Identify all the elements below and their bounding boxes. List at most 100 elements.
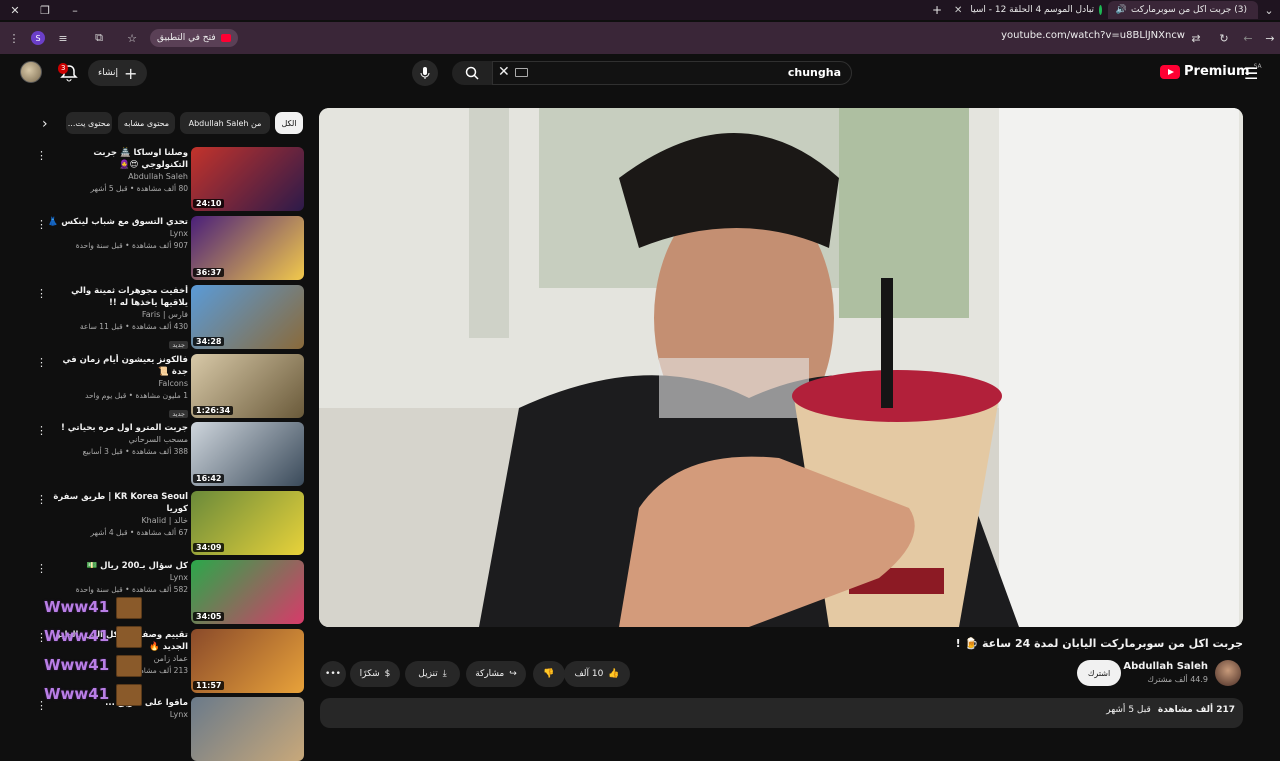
tab-inactive[interactable]: تبادل الموسم 4 الحلقة 12 - اسيا ✕ <box>948 1 1108 19</box>
share-icon: ↪ <box>509 669 517 679</box>
related-video-channel[interactable]: Lynx <box>46 228 188 240</box>
related-video-thumbnail[interactable]: 11:57 <box>191 629 304 693</box>
extensions-icon[interactable]: ⧉ <box>91 30 107 46</box>
download-icon: ⤓ <box>442 669 447 679</box>
more-vertical-icon[interactable]: ⋮ <box>36 218 47 231</box>
related-video-title[interactable]: فالكونز يعيشون أيام زمان في جدة 📜 <box>46 354 188 378</box>
related-video-title[interactable]: أخفيت مجوهرات ثمينة والي يلاقيها ياخذها … <box>46 285 188 309</box>
related-video-thumbnail[interactable]: 34:09 <box>191 491 304 555</box>
related-video-title[interactable]: KR Korea Seoul | طريق سفرة كوريا <box>46 491 188 515</box>
chip-from-channel[interactable]: من Abdullah Saleh <box>180 112 270 134</box>
watermark-logo <box>116 597 142 619</box>
related-video-channel[interactable]: Abdullah Saleh <box>46 171 188 183</box>
related-video-channel[interactable]: خالد | Khalid <box>46 515 188 527</box>
related-video-item[interactable]: ⋮ تحدي التسوق مع شباب لينكس 👗 Lynx 907 أ… <box>36 216 306 280</box>
channel-avatar[interactable] <box>1215 660 1241 686</box>
watermark-text: Www41 <box>44 598 110 616</box>
youtube-play-icon <box>1160 64 1180 79</box>
playlist-icon[interactable]: ≡ <box>55 30 71 46</box>
new-tab-button[interactable]: + <box>918 1 948 19</box>
back-icon[interactable]: → <box>1262 30 1278 46</box>
related-video-thumbnail[interactable]: 24:10 <box>191 147 304 211</box>
related-video-channel[interactable]: Lynx <box>46 572 188 584</box>
duration-badge: 16:42 <box>193 474 225 483</box>
related-video-title[interactable]: وصلنا اوساكا 🏯 جربت التكنولوجي 😍🧕 <box>46 147 188 171</box>
related-video-channel[interactable]: فارس | Faris <box>46 309 188 321</box>
bookmark-star-icon[interactable]: ☆ <box>124 30 140 46</box>
more-vertical-icon[interactable]: ⋮ <box>36 287 47 300</box>
share-button[interactable]: ↪ مشاركة <box>466 661 526 687</box>
download-button[interactable]: ⤓ تنزيل <box>405 661 460 687</box>
create-button[interactable]: + إنشاء <box>88 60 148 86</box>
more-actions-button[interactable]: ••• <box>320 661 346 687</box>
duration-badge: 34:28 <box>193 337 225 346</box>
dislike-button[interactable]: 👎 <box>533 661 565 687</box>
related-video-thumbnail[interactable]: 16:42 <box>191 422 304 486</box>
related-video-meta: 907 ألف مشاهدة • قبل سنة واحدة <box>75 241 188 250</box>
related-video-thumbnail[interactable]: 34:05 <box>191 560 304 624</box>
more-vertical-icon[interactable]: ⋮ <box>36 424 47 437</box>
related-video-thumbnail[interactable]: 1:26:34 <box>191 354 304 418</box>
search-box: ✕ <box>492 61 852 85</box>
thumbs-up-icon: 👍 <box>608 669 620 679</box>
more-vertical-icon[interactable]: ⋮ <box>36 699 47 712</box>
close-tab-icon[interactable]: ✕ <box>954 5 962 16</box>
subscribe-button[interactable]: اشترك <box>1077 660 1121 686</box>
speaker-icon[interactable]: 🔊 <box>1116 5 1127 15</box>
related-video-title[interactable]: جربت المترو اول مره بحياتي ! <box>46 422 188 434</box>
extension-s-icon[interactable]: S <box>30 30 46 46</box>
search-input[interactable] <box>521 66 841 79</box>
chip-related[interactable]: محتوى مشابه <box>118 112 175 134</box>
more-horizontal-icon: ••• <box>325 669 341 679</box>
chips-scroll-chevron-icon[interactable]: › <box>42 116 48 132</box>
like-button[interactable]: 👍 10 آلف <box>564 661 630 687</box>
chip-more[interactable]: محتوى يت... <box>66 112 112 134</box>
more-vertical-icon[interactable]: ⋮ <box>36 631 47 644</box>
related-video-channel[interactable]: Falcons <box>46 378 188 390</box>
close-window-icon[interactable]: ✕ <box>0 0 30 20</box>
watermark-logo <box>116 626 142 648</box>
related-video-meta: 430 ألف مشاهدة • قبل 11 ساعة <box>79 322 188 331</box>
account-avatar[interactable] <box>20 61 42 83</box>
related-video-title[interactable]: تحدي التسوق مع شباب لينكس 👗 <box>46 216 188 228</box>
url-field[interactable]: youtube.com/watch?v=u8BLlJNXncw <box>980 30 1185 41</box>
browser-menu-icon[interactable]: ⋮ <box>6 30 22 46</box>
related-video-thumbnail[interactable]: 34:28 <box>191 285 304 349</box>
related-video-item[interactable]: ⋮ KR Korea Seoul | طريق سفرة كوريا خالد … <box>36 491 306 555</box>
search-button[interactable] <box>452 61 492 85</box>
related-video-channel[interactable]: مسحب السرحاني <box>46 434 188 446</box>
tab-active[interactable]: (3) جربت اكل من سوبرماركت 🔊 ✕ <box>1108 1 1258 19</box>
related-video-item[interactable]: ⋮ وصلنا اوساكا 🏯 جربت التكنولوجي 😍🧕 Abdu… <box>36 147 306 211</box>
more-vertical-icon[interactable]: ⋮ <box>36 493 47 506</box>
maximize-window-icon[interactable]: ❐ <box>30 0 60 20</box>
more-vertical-icon[interactable]: ⋮ <box>36 149 47 162</box>
site-settings-icon[interactable]: ⇄ <box>1188 30 1204 46</box>
related-video-item[interactable]: ⋮ جربت المترو اول مره بحياتي ! مسحب السر… <box>36 422 306 486</box>
more-vertical-icon[interactable]: ⋮ <box>36 562 47 575</box>
open-in-app-button[interactable]: فتح في التطبيق <box>150 29 238 47</box>
clear-search-icon[interactable]: ✕ <box>498 64 510 80</box>
chip-all[interactable]: الكل <box>275 112 303 134</box>
duration-badge: 24:10 <box>193 199 225 208</box>
minimize-window-icon[interactable]: – <box>60 0 90 20</box>
more-vertical-icon[interactable]: ⋮ <box>36 356 47 369</box>
video-player[interactable] <box>319 108 1243 627</box>
related-video-item[interactable]: ⋮ فالكونز يعيشون أيام زمان في جدة 📜 Falc… <box>36 354 306 418</box>
search-icon <box>465 66 479 80</box>
reload-icon[interactable]: ↻ <box>1216 30 1232 46</box>
related-video-thumbnail[interactable]: 36:37 <box>191 216 304 280</box>
related-video-meta: 80 ألف مشاهدة • قبل 5 أشهر <box>90 184 188 193</box>
related-video-meta: 582 ألف مشاهدة • قبل سنة واحدة <box>75 585 188 594</box>
view-date-meta: 217 ألف مشاهدة قبل 5 أشهر <box>1106 705 1235 715</box>
related-video-channel[interactable]: Lynx <box>46 709 188 721</box>
forward-icon[interactable]: ← <box>1240 30 1256 46</box>
related-video-item[interactable]: ⋮ ماقوا على طريق ... Lynx <box>36 697 306 761</box>
related-video-title[interactable]: كل سؤال بـ200 ريال 💵 <box>46 560 188 572</box>
tab-list-chevron-icon[interactable]: ⌄ <box>1258 0 1280 20</box>
youtube-premium-logo[interactable]: Premium SA <box>1160 63 1262 79</box>
voice-search-button[interactable] <box>412 60 438 86</box>
duration-badge: 1:26:34 <box>193 406 234 415</box>
related-video-item[interactable]: ⋮ أخفيت مجوهرات ثمينة والي يلاقيها ياخذه… <box>36 285 306 349</box>
thanks-button[interactable]: $ شكرًا <box>350 661 400 687</box>
related-video-thumbnail[interactable] <box>191 697 304 761</box>
